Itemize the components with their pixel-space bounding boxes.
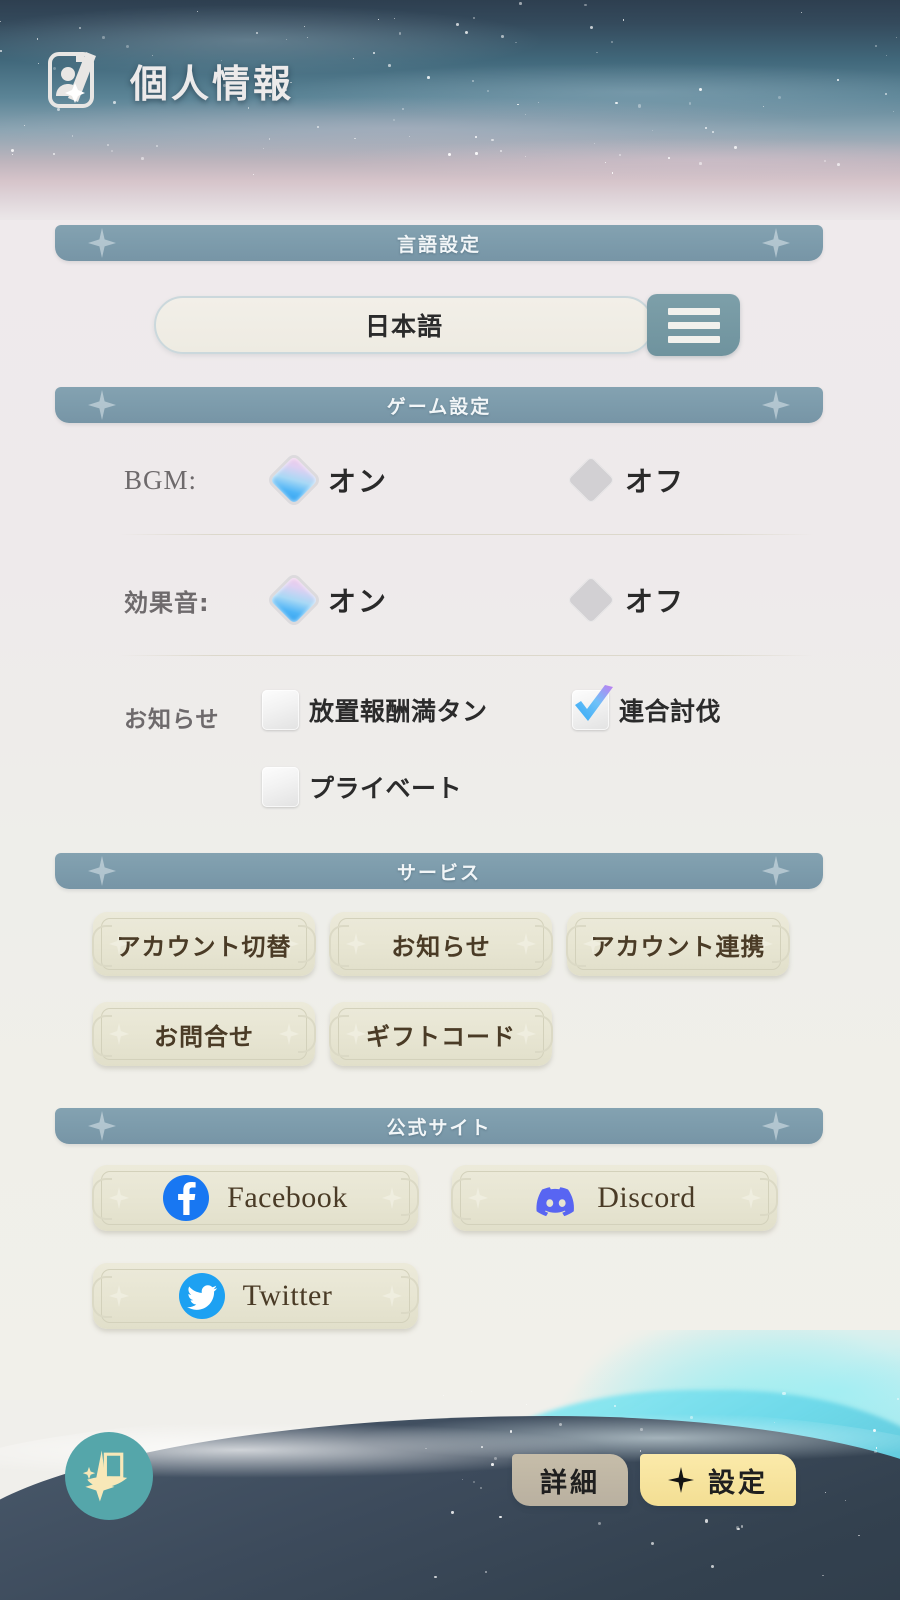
checkbox-box bbox=[262, 767, 299, 807]
section-header-language: 言語設定 bbox=[55, 225, 823, 261]
checkbox-label: 連合討伐 bbox=[619, 697, 722, 726]
service-button-label: アカウント連携 bbox=[590, 932, 766, 961]
radio-bgm-off[interactable]: オフ bbox=[566, 455, 686, 505]
discord-icon bbox=[533, 1175, 579, 1221]
notification-label: お知らせ bbox=[124, 707, 220, 733]
sparkle-icon bbox=[88, 390, 116, 420]
checkmark-icon bbox=[575, 685, 613, 721]
app-screen: 個人情報 言語設定 日本語 ゲーム設定 BGM: オン オフ 効果音: オン オ… bbox=[0, 0, 900, 1600]
checkbox-idle-reward-full[interactable]: 放置報酬満タン bbox=[262, 690, 488, 730]
section-header-service: サービス bbox=[55, 853, 823, 889]
sparkle-icon bbox=[88, 1111, 116, 1141]
radio-bgm-on[interactable]: オン bbox=[269, 455, 389, 505]
sparkle-icon bbox=[346, 1023, 366, 1045]
radio-se-off[interactable]: オフ bbox=[566, 575, 686, 625]
sparkle-icon bbox=[516, 1023, 536, 1045]
service-button-label: ギフトコード bbox=[366, 1022, 516, 1051]
sparkle-icon bbox=[279, 1023, 299, 1045]
sparkle-icon bbox=[109, 1023, 129, 1045]
sparkle-icon bbox=[762, 1111, 790, 1141]
sparkle-icon bbox=[762, 856, 790, 886]
tab-details-label: 詳細 bbox=[540, 1467, 600, 1499]
checkbox-box bbox=[262, 690, 299, 730]
checkbox-box bbox=[572, 685, 613, 730]
sparkle-icon bbox=[109, 1187, 129, 1209]
diamond-selected-icon bbox=[269, 455, 319, 505]
language-selector[interactable]: 日本語 bbox=[154, 294, 740, 356]
sparkle-icon bbox=[516, 933, 536, 955]
tab-settings-label: 設定 bbox=[708, 1467, 768, 1499]
social-link-label: Facebook bbox=[227, 1181, 348, 1214]
language-value-box[interactable]: 日本語 bbox=[154, 296, 654, 354]
section-title-language: 言語設定 bbox=[396, 233, 481, 256]
setting-label-sound-effects: 効果音: bbox=[124, 588, 210, 617]
service-button-switch-account[interactable]: アカウント切替 bbox=[92, 912, 316, 976]
social-link-facebook[interactable]: Facebook bbox=[92, 1165, 419, 1231]
profile-card-icon bbox=[42, 44, 114, 116]
setting-label-bgm: BGM: bbox=[124, 464, 198, 495]
section-header-game: ゲーム設定 bbox=[55, 387, 823, 423]
diamond-unselected-icon bbox=[566, 575, 616, 625]
service-button-label: アカウント切替 bbox=[116, 932, 292, 961]
section-title-official: 公式サイト bbox=[386, 1116, 492, 1139]
radio-label-bgm-on: オン bbox=[328, 465, 389, 498]
divider bbox=[118, 534, 814, 535]
radio-se-on[interactable]: オン bbox=[269, 575, 389, 625]
game-logo-icon bbox=[65, 1432, 153, 1520]
social-link-label: Discord bbox=[597, 1181, 696, 1214]
section-title-service: サービス bbox=[396, 861, 481, 884]
sparkle-icon bbox=[346, 933, 366, 955]
sparkle-icon bbox=[109, 1285, 129, 1307]
service-button-link-account[interactable]: アカウント連携 bbox=[566, 912, 790, 976]
social-link-discord[interactable]: Discord bbox=[451, 1165, 778, 1231]
service-button-notices[interactable]: お知らせ bbox=[329, 912, 553, 976]
sparkle-icon bbox=[468, 1187, 488, 1209]
service-button-label: お知らせ bbox=[391, 932, 491, 961]
twitter-icon bbox=[178, 1273, 225, 1319]
sparkle-icon bbox=[382, 1187, 402, 1209]
diamond-unselected-icon bbox=[566, 455, 616, 505]
page-title: 個人情報 bbox=[42, 44, 294, 116]
sparkle-icon bbox=[382, 1285, 402, 1307]
social-link-twitter[interactable]: Twitter bbox=[92, 1263, 419, 1329]
service-button-gift-code[interactable]: ギフトコード bbox=[329, 1002, 553, 1066]
setting-row-sound-effects: 効果音: オン オフ bbox=[0, 565, 900, 635]
radio-label-se-off: オフ bbox=[625, 585, 686, 618]
tab-settings[interactable]: 設定 bbox=[640, 1454, 796, 1506]
page-title-text: 個人情報 bbox=[130, 61, 295, 106]
language-value: 日本語 bbox=[364, 312, 443, 341]
checkbox-label: プライベート bbox=[309, 774, 463, 803]
hamburger-menu-icon[interactable] bbox=[647, 294, 740, 356]
facebook-icon bbox=[163, 1175, 210, 1221]
sparkle-icon bbox=[762, 390, 790, 420]
section-header-official: 公式サイト bbox=[55, 1108, 823, 1144]
setting-row-bgm: BGM: オン オフ bbox=[0, 445, 900, 515]
sparkle-icon bbox=[88, 856, 116, 886]
sparkle-icon bbox=[668, 1467, 694, 1493]
sparkle-icon bbox=[88, 228, 116, 258]
section-title-game: ゲーム設定 bbox=[386, 395, 492, 418]
radio-label-se-on: オン bbox=[328, 585, 389, 618]
service-button-label: お問合せ bbox=[154, 1022, 254, 1051]
notification-settings: お知らせ 放置報酬満タン 連合討伐 プライベート bbox=[0, 685, 900, 830]
sparkle-icon bbox=[762, 228, 790, 258]
tab-details[interactable]: 詳細 bbox=[512, 1454, 628, 1506]
bottom-tab-bar: 詳細 設定 bbox=[512, 1454, 796, 1506]
checkbox-label: 放置報酬満タン bbox=[309, 697, 488, 726]
social-link-label: Twitter bbox=[242, 1279, 333, 1312]
checkbox-union-raid[interactable]: 連合討伐 bbox=[572, 685, 722, 730]
sparkle-icon bbox=[741, 1187, 761, 1209]
service-button-contact[interactable]: お問合せ bbox=[92, 1002, 316, 1066]
divider bbox=[118, 655, 814, 656]
radio-label-bgm-off: オフ bbox=[625, 465, 686, 498]
diamond-selected-icon bbox=[269, 575, 319, 625]
checkbox-private[interactable]: プライベート bbox=[262, 767, 462, 807]
